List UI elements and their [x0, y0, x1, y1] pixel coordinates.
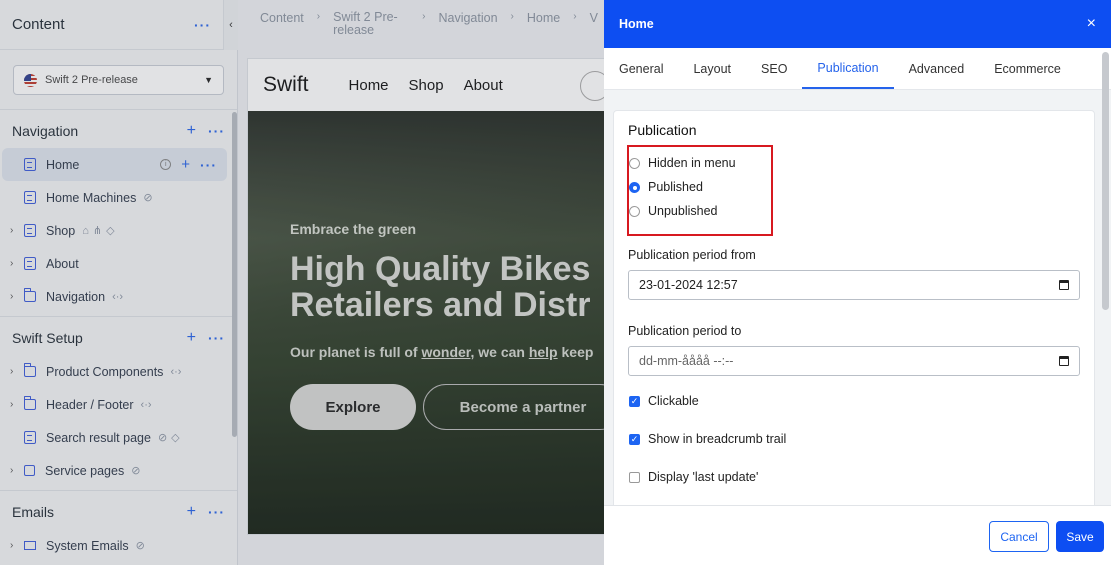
- checkbox-show-in-breadcrumb[interactable]: ✓ Show in breadcrumb trail: [629, 432, 786, 446]
- radio-button[interactable]: [629, 205, 640, 217]
- tab-publication[interactable]: Publication: [802, 48, 894, 89]
- period-to-placeholder: dd-mm-åååå --:--: [639, 354, 734, 368]
- checkbox[interactable]: ✓: [629, 433, 640, 445]
- modal-footer: Cancel Save: [604, 505, 1111, 565]
- radio-button[interactable]: [629, 181, 640, 193]
- tab-ecommerce[interactable]: Ecommerce: [979, 48, 1076, 89]
- tab-general[interactable]: General: [604, 48, 678, 89]
- checkbox-display-last-update[interactable]: Display 'last update': [629, 470, 758, 484]
- tab-advanced[interactable]: Advanced: [894, 48, 980, 89]
- radio-button[interactable]: [629, 157, 640, 169]
- modal-backdrop[interactable]: [0, 0, 604, 565]
- checkbox[interactable]: ✓: [629, 395, 640, 407]
- period-from-label: Publication period from: [628, 248, 756, 262]
- checkbox-label: Clickable: [648, 394, 699, 408]
- checkbox-label: Display 'last update': [648, 470, 759, 484]
- publication-panel: Publication Hidden in menu Published Unp…: [613, 110, 1095, 510]
- panel-title: Publication: [628, 122, 697, 138]
- checkbox-clickable[interactable]: ✓ Clickable: [629, 394, 699, 408]
- tab-seo[interactable]: SEO: [746, 48, 802, 89]
- save-button[interactable]: Save: [1056, 521, 1104, 552]
- period-from-value: 23-01-2024 12:57: [639, 278, 738, 292]
- checkbox-label: Show in breadcrumb trail: [648, 432, 787, 446]
- close-icon[interactable]: ×: [1087, 15, 1096, 33]
- modal-header: Home ×: [604, 0, 1111, 48]
- radio-hidden-in-menu[interactable]: Hidden in menu: [629, 156, 736, 170]
- period-to-input[interactable]: dd-mm-åååå --:--: [628, 346, 1080, 376]
- modal-tabs: General Layout SEO Publication Advanced …: [604, 48, 1111, 90]
- radio-unpublished[interactable]: Unpublished: [629, 204, 718, 218]
- checkbox[interactable]: [629, 471, 640, 483]
- page-properties-modal: Home × General Layout SEO Publication Ad…: [604, 0, 1111, 565]
- radio-label: Published: [648, 180, 703, 194]
- radio-published[interactable]: Published: [629, 180, 703, 194]
- period-from-input[interactable]: 23-01-2024 12:57: [628, 270, 1080, 300]
- period-to-label: Publication period to: [628, 324, 742, 338]
- radio-label: Hidden in menu: [648, 156, 736, 170]
- cancel-button[interactable]: Cancel: [989, 521, 1049, 552]
- modal-title: Home: [619, 17, 654, 31]
- modal-scrollbar[interactable]: [1102, 52, 1109, 310]
- radio-label: Unpublished: [648, 204, 718, 218]
- calendar-icon[interactable]: [1059, 356, 1069, 366]
- calendar-icon[interactable]: [1059, 280, 1069, 290]
- tab-layout[interactable]: Layout: [678, 48, 746, 89]
